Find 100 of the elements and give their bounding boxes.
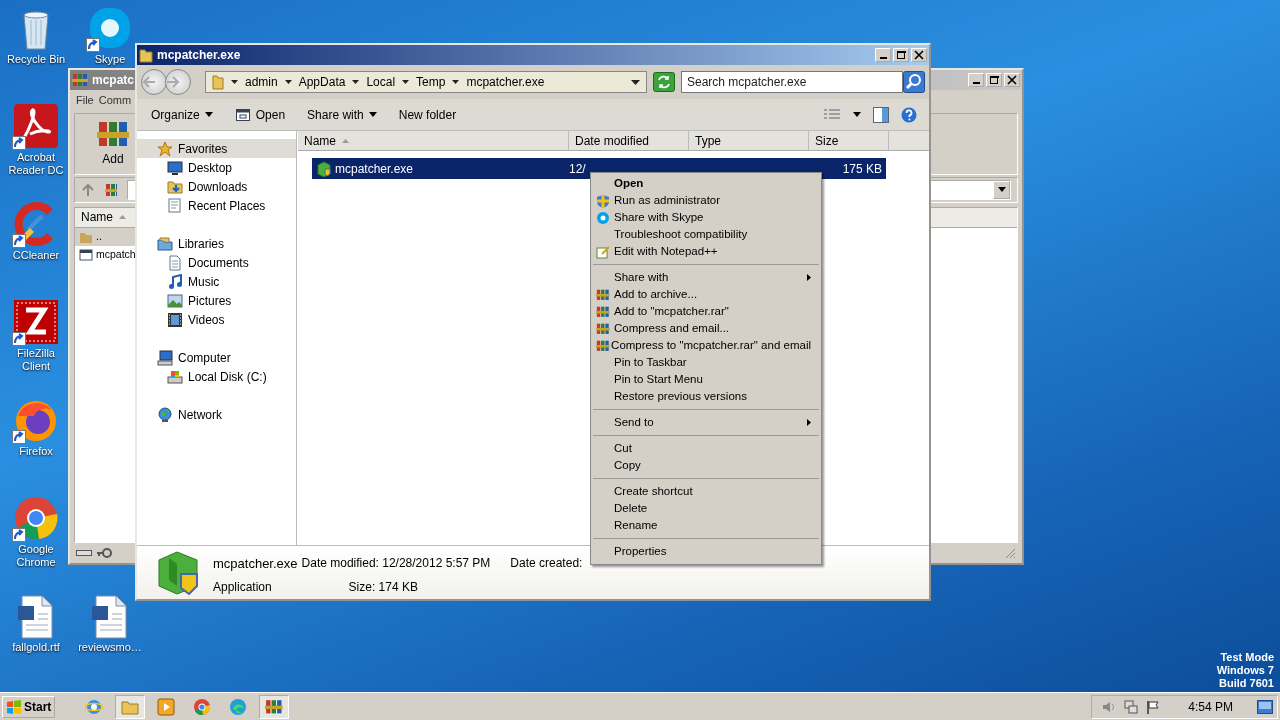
search-button[interactable] <box>903 71 925 93</box>
column-header[interactable]: Name <box>298 131 569 150</box>
nav-item[interactable]: Recent Places <box>137 196 296 215</box>
add-button[interactable]: Add <box>95 115 131 170</box>
sort-arrow-icon <box>119 215 126 219</box>
minimize-button[interactable] <box>968 73 984 87</box>
breadcrumb-item[interactable]: Temp <box>416 73 446 91</box>
filezilla-icon[interactable] <box>12 298 60 346</box>
menu-item[interactable]: Share with <box>593 269 819 286</box>
chevron-icon[interactable] <box>231 80 238 84</box>
menu-item[interactable]: Delete <box>593 500 819 517</box>
icon-label: Google Chrome <box>15 543 57 569</box>
menu-item[interactable]: Add to archive... <box>593 286 819 303</box>
nav-item[interactable]: Favorites <box>137 139 296 158</box>
archive-icon <box>596 304 610 319</box>
refresh-button[interactable] <box>653 72 675 92</box>
dropdown-button[interactable] <box>993 180 1010 199</box>
caret-icon <box>997 187 1006 192</box>
menu-item[interactable]: Run as administrator <box>593 192 819 209</box>
close-button[interactable] <box>1004 73 1020 87</box>
search-field[interactable]: Search mcpatcher.exe <box>681 71 903 93</box>
menu-item[interactable]: Share with Skype <box>593 209 819 226</box>
menu-item[interactable]: Create shortcut <box>593 483 819 500</box>
menu-item[interactable]: Send to <box>593 414 819 431</box>
nav-item[interactable]: Music <box>137 272 296 291</box>
maximize-button[interactable] <box>986 73 1002 87</box>
recent-places-icon <box>167 197 183 214</box>
date-modified: Date modified: 12/28/2012 5:57 PM <box>301 555 491 572</box>
menu-item[interactable]: Compress and email... <box>593 320 819 337</box>
breadcrumb-item[interactable]: AppData <box>298 73 346 91</box>
windows-logo-icon <box>6 698 22 715</box>
file-row[interactable]: mcpatch <box>75 245 137 264</box>
dropdown-arrow-icon[interactable] <box>631 79 640 85</box>
chevron-icon[interactable] <box>452 80 460 84</box>
minimize-button[interactable] <box>875 48 891 62</box>
archive-icon <box>265 697 284 716</box>
network-icon[interactable] <box>1124 699 1139 714</box>
film-icon <box>167 311 183 328</box>
show-desktop-button[interactable] <box>1257 699 1273 714</box>
preview-pane-icon[interactable] <box>873 106 889 123</box>
maximize-button[interactable] <box>893 48 909 62</box>
file-type: Application <box>213 578 273 596</box>
menu-item[interactable]: Pin to Start Menu <box>593 371 819 388</box>
nav-item[interactable]: Pictures <box>137 291 296 310</box>
breadcrumb-item[interactable]: Local <box>366 73 396 91</box>
toolbar-button[interactable]: Open <box>232 103 288 126</box>
menu-item[interactable]: Compress to "mcpatcher.rar" and email <box>593 337 819 354</box>
icon-label: Firefox <box>18 445 54 458</box>
acrobat-icon[interactable] <box>12 102 60 150</box>
breadcrumb-item[interactable]: mcpatcher.exe <box>466 73 545 91</box>
column-header[interactable]: Type <box>689 131 809 150</box>
caret-icon[interactable] <box>853 112 861 117</box>
drive-icon <box>167 368 183 385</box>
caret-icon <box>204 112 213 117</box>
toolbar-button[interactable]: New folder <box>396 103 459 126</box>
nav-item[interactable]: Network <box>137 405 296 424</box>
menu-item[interactable]: Add to "mcpatcher.rar" <box>593 303 819 320</box>
close-button[interactable] <box>911 48 927 62</box>
application-icon <box>155 550 201 596</box>
start-button[interactable]: Start <box>2 695 56 718</box>
nav-item[interactable]: Computer <box>137 348 296 367</box>
menu-item[interactable]: Troubleshoot compatibility <box>593 226 819 243</box>
menu-item[interactable]: Comm <box>98 92 132 109</box>
minimize-icon <box>972 82 980 84</box>
nav-item[interactable]: Libraries <box>137 234 296 253</box>
monitor-icon <box>167 159 183 176</box>
back-button[interactable] <box>141 69 167 95</box>
menu-item[interactable]: Properties <box>593 543 819 560</box>
menu-item[interactable]: File <box>76 92 94 109</box>
icon-label: fallgold.rtf <box>11 641 61 654</box>
chevron-icon[interactable] <box>402 80 410 84</box>
column-header[interactable]: Size <box>809 131 889 150</box>
menu-item[interactable]: Edit with Notepad++ <box>593 243 819 260</box>
menu-item[interactable]: Pin to Taskbar <box>593 354 819 371</box>
dropdown-button[interactable]: Organize <box>149 103 215 126</box>
menu-item[interactable]: Rename <box>593 517 819 534</box>
forward-button[interactable] <box>165 69 191 95</box>
breadcrumb-item[interactable]: admin <box>245 73 278 91</box>
taskbar-button[interactable] <box>259 694 290 719</box>
globe-icon <box>157 406 173 423</box>
nav-item[interactable]: Videos <box>137 310 296 329</box>
nav-item[interactable]: Downloads <box>137 177 296 196</box>
browser-icon <box>85 697 104 716</box>
chevron-icon[interactable] <box>352 80 360 84</box>
nav-item[interactable]: Desktop <box>137 158 296 177</box>
menu-item[interactable]: Restore previous versions <box>593 388 819 405</box>
resize-grip-icon[interactable] <box>1004 547 1016 559</box>
address-bar[interactable]: admin AppData Local Temp mcpatcher.exe <box>205 71 647 93</box>
chevron-icon[interactable] <box>284 80 292 84</box>
help-icon[interactable] <box>901 106 917 123</box>
nav-item[interactable]: Documents <box>137 253 296 272</box>
menu-item[interactable]: Cut <box>593 440 819 457</box>
flag-icon[interactable] <box>1146 699 1161 714</box>
clock[interactable]: 4:54 PM <box>1188 697 1233 716</box>
chrome-icon[interactable] <box>12 494 60 542</box>
forward-arrow-icon <box>166 76 180 88</box>
menu-item[interactable]: Copy <box>593 457 819 474</box>
nav-item[interactable]: Local Disk (C:) <box>137 367 296 386</box>
column-header[interactable]: Date modified <box>569 131 689 150</box>
dropdown-button[interactable]: Share with <box>305 103 379 126</box>
